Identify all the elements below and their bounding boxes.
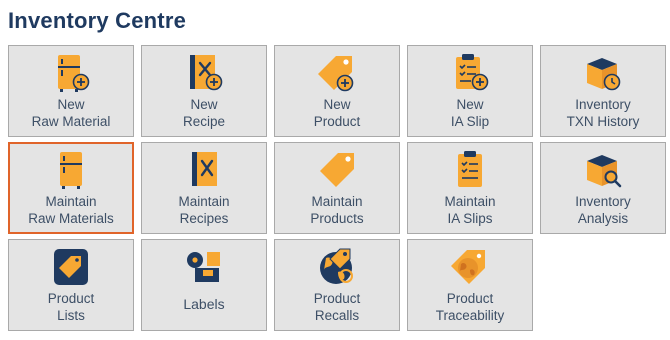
tile-label-line: Raw Material <box>31 114 111 129</box>
box-search-icon <box>587 155 622 188</box>
recipe-book-plus-icon <box>190 55 223 91</box>
recipe-book-icon <box>192 152 217 186</box>
tile-label: New Product <box>314 96 361 130</box>
label-roll-icon <box>187 252 220 282</box>
tile-label-line: Recipes <box>179 211 229 226</box>
tile-label: Product Traceability <box>436 290 505 324</box>
maintain-raw-materials-button[interactable]: Maintain Raw Materials <box>8 142 134 234</box>
inventory-tile-grid: New Raw Material New Recipe New Product <box>8 45 666 331</box>
labels-button[interactable]: Labels <box>141 239 267 331</box>
product-list-icon <box>54 249 88 285</box>
tile-label: Product Recalls <box>314 290 361 324</box>
clipboard-icon <box>458 151 482 187</box>
tile-label-line: Inventory <box>575 194 631 209</box>
maintain-products-button[interactable]: Maintain Products <box>274 142 400 234</box>
tile-label-line: Maintain <box>444 194 496 209</box>
tile-label-line: Product <box>446 291 494 306</box>
tile-label-line: Lists <box>57 308 85 323</box>
tile-label-line: Product <box>313 114 361 129</box>
globe-tag-icon <box>451 250 485 284</box>
tile-label: Inventory TXN History <box>567 96 640 130</box>
tile-label: Product Lists <box>48 290 95 324</box>
tile-label-line: Inventory <box>575 97 631 112</box>
tile-label-line: Recalls <box>314 308 360 323</box>
tile-label-line: Labels <box>183 296 225 312</box>
maintain-ia-slips-button[interactable]: Maintain IA Slips <box>407 142 533 234</box>
tag-icon <box>320 153 354 187</box>
tile-label-line: Raw Materials <box>28 211 114 226</box>
tile-label-line: Products <box>310 211 364 226</box>
tile-label: Maintain Products <box>310 193 363 227</box>
tile-label-line: Product <box>47 291 95 306</box>
tile-label-line: Analysis <box>577 211 629 226</box>
tile-label-line: Maintain <box>178 194 230 209</box>
maintain-recipes-button[interactable]: Maintain Recipes <box>141 142 267 234</box>
tile-label-line: Recipe <box>182 114 226 129</box>
tile-label-line: IA Slips <box>447 211 493 226</box>
page-title: Inventory Centre <box>8 8 187 33</box>
globe-recall-icon <box>320 248 353 284</box>
product-traceability-button[interactable]: Product Traceability <box>407 239 533 331</box>
new-ia-slip-button[interactable]: New IA Slip <box>407 45 533 137</box>
box-clock-icon <box>587 58 621 91</box>
tile-label-line: Traceability <box>435 308 505 323</box>
tile-label-line: New <box>456 97 484 112</box>
clipboard-plus-icon <box>456 54 489 91</box>
tile-label: New IA Slip <box>451 96 489 130</box>
product-lists-button[interactable]: Product Lists <box>8 239 134 331</box>
tile-label: New Recipe <box>183 96 225 130</box>
tile-label: Inventory Analysis <box>575 193 631 227</box>
tile-label-line: New <box>323 97 351 112</box>
fridge-plus-icon <box>58 55 90 92</box>
new-recipe-button[interactable]: New Recipe <box>141 45 267 137</box>
tile-label-line: Maintain <box>311 194 363 209</box>
tile-label-line: Maintain <box>45 194 97 209</box>
tile-label: Maintain Recipes <box>178 193 229 227</box>
tag-plus-icon <box>318 56 354 92</box>
tile-label: Labels <box>183 296 224 313</box>
product-recalls-button[interactable]: Product Recalls <box>274 239 400 331</box>
new-product-button[interactable]: New Product <box>274 45 400 137</box>
tile-label-line: Product <box>313 291 361 306</box>
tile-label-line: IA Slip <box>450 114 490 129</box>
fridge-icon <box>60 152 82 189</box>
tile-label: New Raw Material <box>32 96 111 130</box>
inventory-txn-history-button[interactable]: Inventory TXN History <box>540 45 666 137</box>
inventory-analysis-button[interactable]: Inventory Analysis <box>540 142 666 234</box>
tile-label-line: New <box>190 97 218 112</box>
tile-label: Maintain IA Slips <box>444 193 495 227</box>
new-raw-material-button[interactable]: New Raw Material <box>8 45 134 137</box>
tile-label-line: New <box>57 97 85 112</box>
tile-label-line: TXN History <box>566 114 640 129</box>
tile-label: Maintain Raw Materials <box>28 193 114 227</box>
